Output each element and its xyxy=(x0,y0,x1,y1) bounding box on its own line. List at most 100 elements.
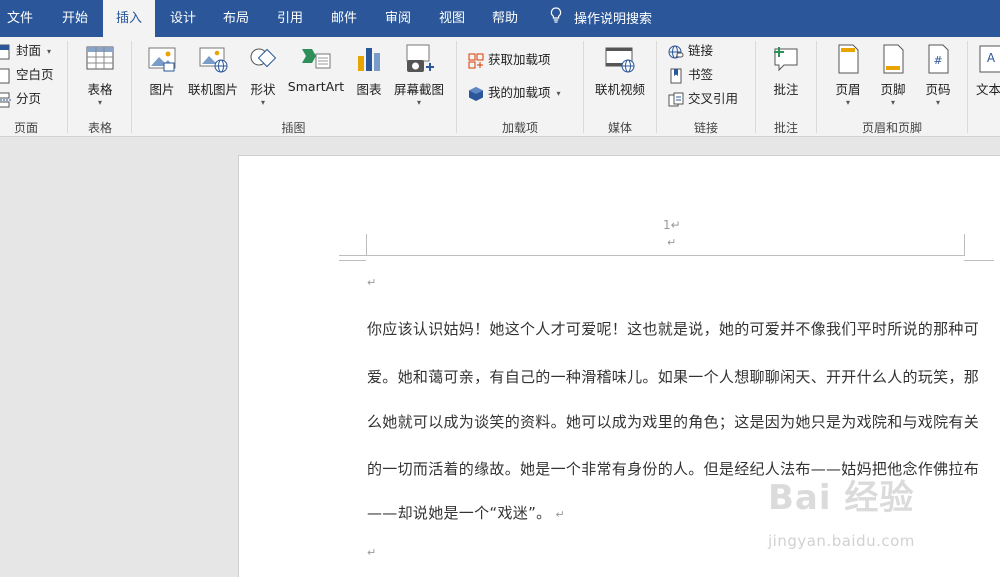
tab-review[interactable]: 审阅 xyxy=(375,0,421,37)
cross-reference-button[interactable]: 交叉引用 xyxy=(668,88,738,110)
get-addins-button[interactable]: 获取加载项 xyxy=(468,49,551,71)
crop-mark xyxy=(964,234,965,256)
tell-me-label: 操作说明搜索 xyxy=(574,12,653,27)
tab-home[interactable]: 开始 xyxy=(52,0,98,37)
ribbon-tab-bar: 文件 开始 插入 设计 布局 引用 邮件 审阅 视图 帮助 操作说明搜索 xyxy=(0,0,1000,37)
shapes-label: 形状 xyxy=(250,82,276,97)
page-number-label: 页码 xyxy=(925,82,951,97)
get-addins-label: 获取加载项 xyxy=(488,52,551,67)
group-label-media: 媒体 xyxy=(607,121,632,135)
watermark-url: jingyan.baidu.com xyxy=(768,532,915,550)
textbox-label: 文本 xyxy=(976,82,1000,97)
shapes-icon xyxy=(250,48,277,68)
blank-page-icon xyxy=(0,68,10,83)
body-text-line: 你应该认识姑妈！她这个人才可爱呢！这也就是说，她的可爱并不像我们平时所说的那种可 xyxy=(367,320,980,338)
cross-reference-label: 交叉引用 xyxy=(688,91,739,106)
chart-icon xyxy=(358,48,380,71)
comment-icon xyxy=(774,47,798,72)
crop-mark xyxy=(339,260,366,261)
tab-help[interactable]: 帮助 xyxy=(482,0,528,37)
smartart-label: SmartArt xyxy=(287,79,345,94)
group-label-illustrations: 插图 xyxy=(281,121,306,135)
crop-mark xyxy=(964,260,994,261)
screenshot-button[interactable]: 屏幕截图 ▾ xyxy=(390,43,448,108)
my-addins-label: 我的加载项 xyxy=(488,85,551,100)
chart-label: 图表 xyxy=(356,82,382,97)
body-text-line: 爱。她和蔼可亲，有自己的一种滑稽味儿。如果一个人想聊聊闲天、开开什么人的玩笑，那 xyxy=(367,368,980,386)
baidu-watermark: Bai 经验 jingyan.baidu.com xyxy=(768,470,988,570)
table-label: 表格 xyxy=(87,82,113,97)
screenshot-icon xyxy=(406,44,434,72)
blank-page-button[interactable]: 空白页 xyxy=(0,64,54,86)
picture-label: 图片 xyxy=(149,82,175,97)
online-picture-button[interactable]: 联机图片 xyxy=(186,43,240,98)
header-label: 页眉 xyxy=(835,82,861,97)
online-video-button[interactable]: 联机视频 xyxy=(590,43,650,98)
header-button[interactable]: 页眉 ▾ xyxy=(828,43,868,108)
cover-page-button[interactable]: 封面 ▾ xyxy=(0,40,51,62)
tab-file[interactable]: 文件 xyxy=(0,0,40,37)
group-label-header-footer: 页眉和页脚 xyxy=(861,121,922,135)
page-number-button[interactable]: # 页码 ▾ xyxy=(918,43,958,108)
cover-page-icon xyxy=(0,44,10,59)
shapes-button[interactable]: 形状 ▾ xyxy=(244,43,282,108)
online-video-icon xyxy=(605,47,635,73)
cross-reference-icon xyxy=(668,92,684,106)
chart-button[interactable]: 图表 xyxy=(350,43,388,98)
body-text-line-last: ——却说她是一个“戏迷”。 ↵ xyxy=(367,504,565,522)
tab-mailings[interactable]: 邮件 xyxy=(321,0,367,37)
lightbulb-icon xyxy=(548,0,564,37)
blank-page-label: 空白页 xyxy=(16,67,54,82)
svg-text:#: # xyxy=(933,54,942,67)
paragraph-mark: ↵ xyxy=(367,546,377,559)
tab-layout[interactable]: 布局 xyxy=(213,0,259,37)
online-picture-label: 联机图片 xyxy=(187,82,238,97)
group-separator xyxy=(67,41,68,133)
header-boundary-line xyxy=(339,255,965,256)
group-label-comments: 批注 xyxy=(773,121,798,135)
footer-button[interactable]: 页脚 ▾ xyxy=(873,43,913,108)
crop-mark xyxy=(366,234,367,256)
comment-label: 批注 xyxy=(773,82,799,97)
picture-button[interactable]: 图片 xyxy=(140,43,184,98)
textbox-button[interactable]: A 文本 xyxy=(976,43,1000,98)
table-button[interactable]: 表格 ▾ xyxy=(78,43,122,108)
tab-references[interactable]: 引用 xyxy=(267,0,313,37)
bookmark-button[interactable]: 书签 xyxy=(668,64,713,86)
page-break-label: 分页 xyxy=(16,91,42,106)
tell-me-search[interactable]: 操作说明搜索 xyxy=(548,0,652,37)
ribbon: 封面 ▾ 空白页 分页 页面 表格 ▾ 表格 图片 联机图片 形状 ▾ Smar… xyxy=(0,37,1000,137)
tab-design[interactable]: 设计 xyxy=(160,0,206,37)
textbox-icon: A xyxy=(979,45,1000,73)
group-separator xyxy=(967,41,968,133)
header-page-number: 1↵ xyxy=(663,218,681,232)
online-video-label: 联机视频 xyxy=(594,82,645,97)
comment-button[interactable]: 批注 xyxy=(764,43,808,98)
footer-label: 页脚 xyxy=(880,82,906,97)
footer-icon xyxy=(883,44,904,74)
table-icon xyxy=(86,46,114,70)
bookmark-icon xyxy=(670,68,682,83)
store-icon xyxy=(468,53,484,68)
group-label-links: 链接 xyxy=(693,121,718,135)
body-text-line: 么她就可以成为谈笑的资料。她可以成为戏里的角色；这是因为她只是为戏院和与戏院有关 xyxy=(367,413,980,431)
tab-insert[interactable]: 插入 xyxy=(103,0,155,37)
my-addins-icon xyxy=(469,86,483,101)
page-break-button[interactable]: 分页 xyxy=(0,88,41,110)
my-addins-button[interactable]: 我的加载项 ▾ xyxy=(468,82,561,104)
paragraph-mark: ↵ xyxy=(367,276,377,289)
group-label-pages: 页面 xyxy=(13,121,38,135)
tab-view[interactable]: 视图 xyxy=(429,0,475,37)
online-picture-icon xyxy=(199,47,228,73)
link-icon xyxy=(668,45,684,58)
bookmark-label: 书签 xyxy=(688,67,714,82)
link-label: 链接 xyxy=(688,43,714,58)
watermark-logo-text: Bai 经验 xyxy=(768,478,915,518)
smartart-button[interactable]: SmartArt xyxy=(287,43,345,94)
svg-text:A: A xyxy=(987,51,996,65)
page-number-icon: # xyxy=(928,44,949,74)
group-label-addins: 加载项 xyxy=(501,121,538,135)
smartart-icon xyxy=(302,49,331,69)
screenshot-label: 屏幕截图 xyxy=(393,82,444,97)
link-button[interactable]: 链接 xyxy=(668,40,713,62)
